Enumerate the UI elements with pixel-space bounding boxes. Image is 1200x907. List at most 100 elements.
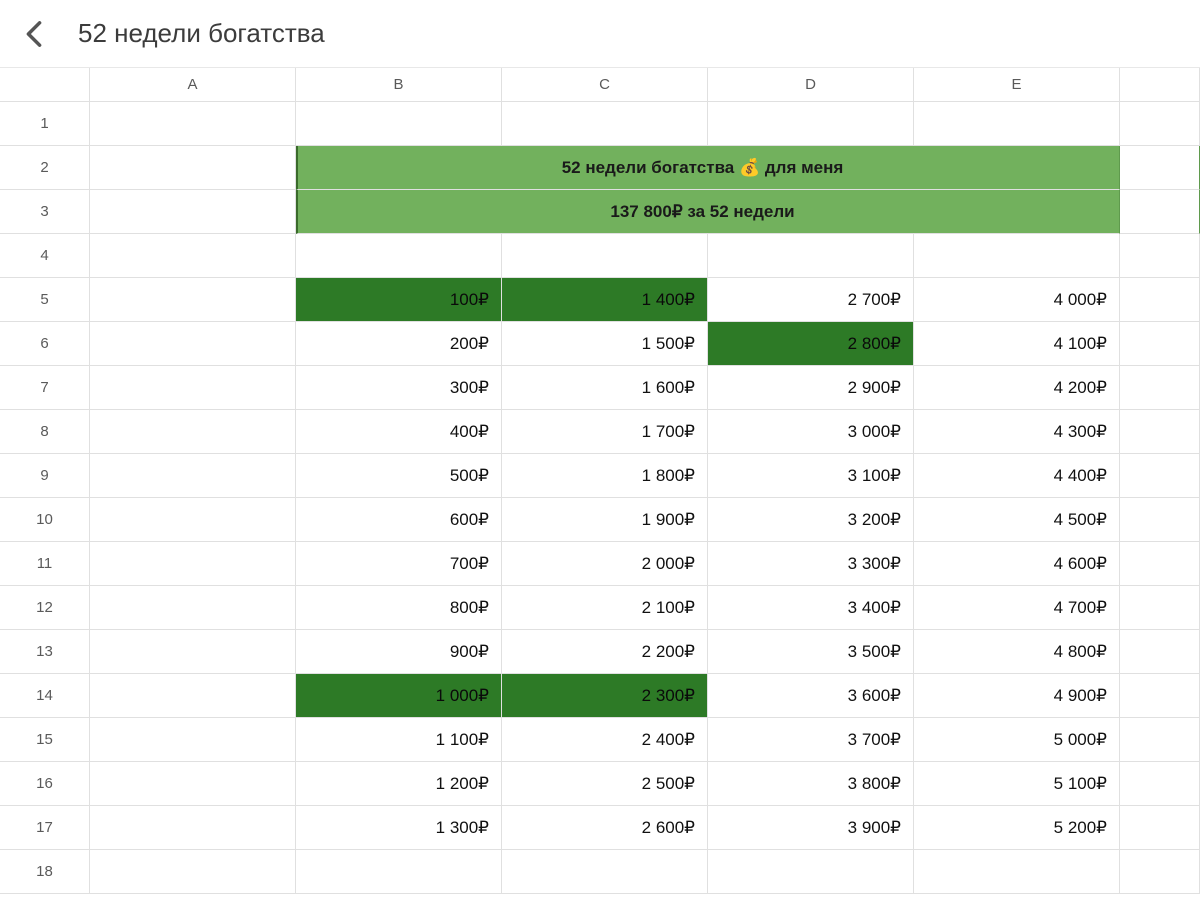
cell-F18[interactable] xyxy=(1120,850,1200,894)
cell-B17[interactable]: 1 300₽ xyxy=(296,806,502,850)
cell-A6[interactable] xyxy=(90,322,296,366)
row-header-14[interactable]: 14 xyxy=(0,674,90,718)
cell-A5[interactable] xyxy=(90,278,296,322)
cell-B16[interactable]: 1 200₽ xyxy=(296,762,502,806)
cell-F17[interactable] xyxy=(1120,806,1200,850)
cell-D11[interactable]: 3 300₽ xyxy=(708,542,914,586)
row-header-7[interactable]: 7 xyxy=(0,366,90,410)
cell-A15[interactable] xyxy=(90,718,296,762)
corner-cell[interactable] xyxy=(0,68,90,102)
banner-line2[interactable]: 137 800₽ за 52 недели xyxy=(296,190,1120,234)
cell-F11[interactable] xyxy=(1120,542,1200,586)
cell-B9[interactable]: 500₽ xyxy=(296,454,502,498)
cell-E6[interactable]: 4 100₽ xyxy=(914,322,1120,366)
cell-C4[interactable] xyxy=(502,234,708,278)
cell-A11[interactable] xyxy=(90,542,296,586)
cell-A18[interactable] xyxy=(90,850,296,894)
cell-C18[interactable] xyxy=(502,850,708,894)
cell-A12[interactable] xyxy=(90,586,296,630)
col-header-B[interactable]: B xyxy=(296,68,502,102)
cell-A16[interactable] xyxy=(90,762,296,806)
cell-E5[interactable]: 4 000₽ xyxy=(914,278,1120,322)
cell-A17[interactable] xyxy=(90,806,296,850)
cell-C16[interactable]: 2 500₽ xyxy=(502,762,708,806)
back-icon[interactable] xyxy=(20,20,48,48)
cell-B12[interactable]: 800₽ xyxy=(296,586,502,630)
cell-A4[interactable] xyxy=(90,234,296,278)
row-header-6[interactable]: 6 xyxy=(0,322,90,366)
cell-E9[interactable]: 4 400₽ xyxy=(914,454,1120,498)
cell-E14[interactable]: 4 900₽ xyxy=(914,674,1120,718)
cell-B8[interactable]: 400₽ xyxy=(296,410,502,454)
cell-A3[interactable] xyxy=(90,190,296,234)
col-header-A[interactable]: A xyxy=(90,68,296,102)
cell-F3[interactable] xyxy=(1120,190,1200,234)
cell-E17[interactable]: 5 200₽ xyxy=(914,806,1120,850)
cell-A7[interactable] xyxy=(90,366,296,410)
cell-F15[interactable] xyxy=(1120,718,1200,762)
row-header-18[interactable]: 18 xyxy=(0,850,90,894)
cell-B13[interactable]: 900₽ xyxy=(296,630,502,674)
cell-F10[interactable] xyxy=(1120,498,1200,542)
cell-D18[interactable] xyxy=(708,850,914,894)
cell-A14[interactable] xyxy=(90,674,296,718)
cell-C15[interactable]: 2 400₽ xyxy=(502,718,708,762)
row-header-13[interactable]: 13 xyxy=(0,630,90,674)
cell-F14[interactable] xyxy=(1120,674,1200,718)
cell-C13[interactable]: 2 200₽ xyxy=(502,630,708,674)
cell-E11[interactable]: 4 600₽ xyxy=(914,542,1120,586)
cell-D12[interactable]: 3 400₽ xyxy=(708,586,914,630)
cell-E10[interactable]: 4 500₽ xyxy=(914,498,1120,542)
cell-C5[interactable]: 1 400₽ xyxy=(502,278,708,322)
row-header-4[interactable]: 4 xyxy=(0,234,90,278)
cell-A13[interactable] xyxy=(90,630,296,674)
cell-F8[interactable] xyxy=(1120,410,1200,454)
cell-B10[interactable]: 600₽ xyxy=(296,498,502,542)
cell-D7[interactable]: 2 900₽ xyxy=(708,366,914,410)
spreadsheet[interactable]: A B C D E 1252 недели богатства 💰 для ме… xyxy=(0,68,1200,894)
row-header-16[interactable]: 16 xyxy=(0,762,90,806)
cell-B11[interactable]: 700₽ xyxy=(296,542,502,586)
row-header-1[interactable]: 1 xyxy=(0,102,90,146)
cell-C1[interactable] xyxy=(502,102,708,146)
col-header-E[interactable]: E xyxy=(914,68,1120,102)
cell-E15[interactable]: 5 000₽ xyxy=(914,718,1120,762)
row-header-12[interactable]: 12 xyxy=(0,586,90,630)
row-header-8[interactable]: 8 xyxy=(0,410,90,454)
cell-A1[interactable] xyxy=(90,102,296,146)
col-header-D[interactable]: D xyxy=(708,68,914,102)
row-header-11[interactable]: 11 xyxy=(0,542,90,586)
cell-B6[interactable]: 200₽ xyxy=(296,322,502,366)
cell-D13[interactable]: 3 500₽ xyxy=(708,630,914,674)
cell-A9[interactable] xyxy=(90,454,296,498)
cell-B4[interactable] xyxy=(296,234,502,278)
cell-C10[interactable]: 1 900₽ xyxy=(502,498,708,542)
row-header-5[interactable]: 5 xyxy=(0,278,90,322)
cell-F4[interactable] xyxy=(1120,234,1200,278)
cell-D9[interactable]: 3 100₽ xyxy=(708,454,914,498)
cell-E16[interactable]: 5 100₽ xyxy=(914,762,1120,806)
row-header-15[interactable]: 15 xyxy=(0,718,90,762)
cell-C8[interactable]: 1 700₽ xyxy=(502,410,708,454)
cell-F12[interactable] xyxy=(1120,586,1200,630)
cell-F1[interactable] xyxy=(1120,102,1200,146)
cell-A2[interactable] xyxy=(90,146,296,190)
cell-D14[interactable]: 3 600₽ xyxy=(708,674,914,718)
cell-C14[interactable]: 2 300₽ xyxy=(502,674,708,718)
cell-D6[interactable]: 2 800₽ xyxy=(708,322,914,366)
cell-C17[interactable]: 2 600₽ xyxy=(502,806,708,850)
cell-C11[interactable]: 2 000₽ xyxy=(502,542,708,586)
cell-D4[interactable] xyxy=(708,234,914,278)
cell-C6[interactable]: 1 500₽ xyxy=(502,322,708,366)
row-header-10[interactable]: 10 xyxy=(0,498,90,542)
cell-F2[interactable] xyxy=(1120,146,1200,190)
cell-C7[interactable]: 1 600₽ xyxy=(502,366,708,410)
cell-E12[interactable]: 4 700₽ xyxy=(914,586,1120,630)
cell-E4[interactable] xyxy=(914,234,1120,278)
cell-E7[interactable]: 4 200₽ xyxy=(914,366,1120,410)
cell-A8[interactable] xyxy=(90,410,296,454)
cell-B18[interactable] xyxy=(296,850,502,894)
cell-F9[interactable] xyxy=(1120,454,1200,498)
cell-C9[interactable]: 1 800₽ xyxy=(502,454,708,498)
cell-F7[interactable] xyxy=(1120,366,1200,410)
